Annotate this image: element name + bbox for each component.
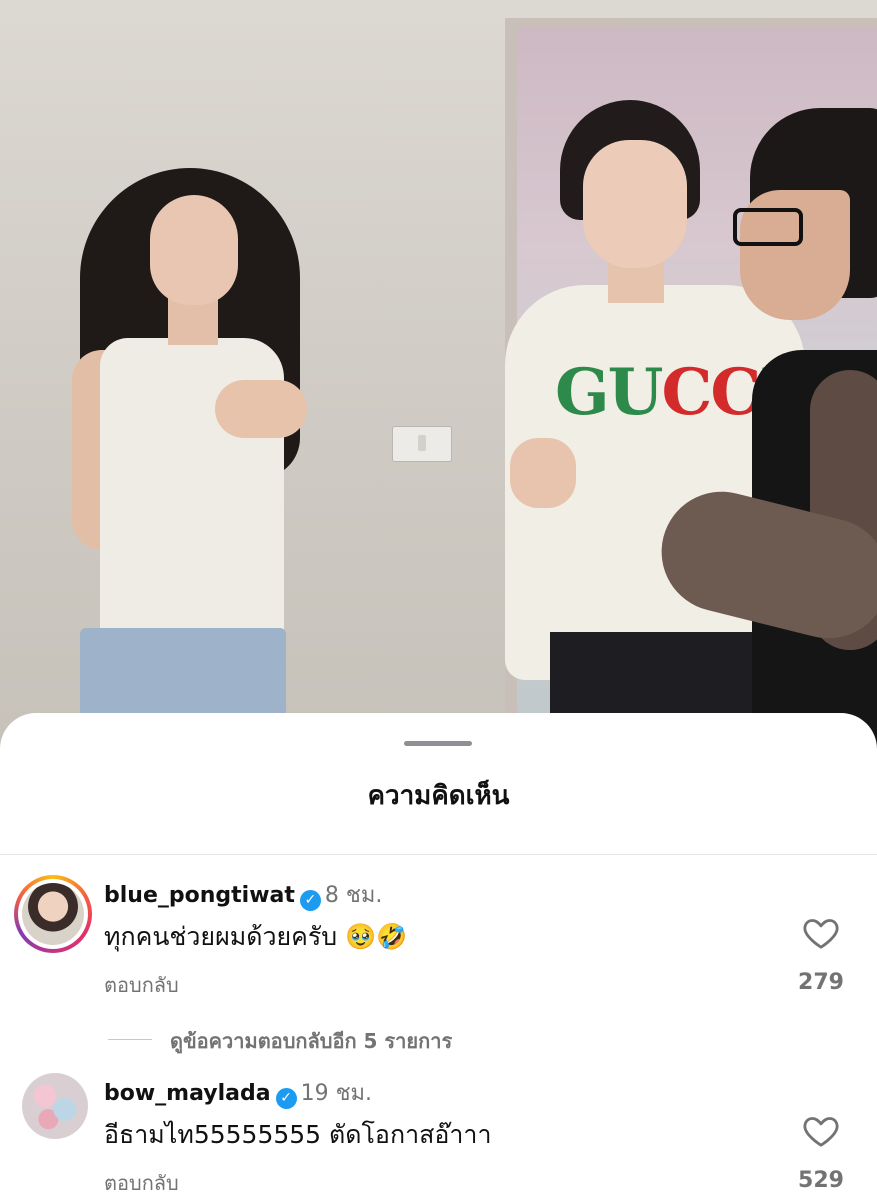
comments-sheet: ความคิดเห็น blue_pongtiwat ✓ 8 ชม. ทุกคนช่… [0,713,877,1199]
comment-text: ทุกคนช่วยผมด้วยครับ 🥹🤣 [104,922,408,951]
comment-meta: bow_maylada ✓ 19 ชม. [104,1075,372,1110]
verified-badge-icon: ✓ [275,1088,297,1109]
video-frame[interactable]: GUCCI [0,0,877,760]
view-replies-text[interactable]: ดูข้อความตอบกลับอีก 5 รายการ [170,1025,452,1057]
comment-meta: blue_pongtiwat ✓ 8 ชม. [104,877,382,912]
comment-text: อีธามไท55555555 ตัดโอกาสอ๊าาา [104,1120,492,1149]
comment-username[interactable]: blue_pongtiwat [104,883,295,908]
drag-handle[interactable] [404,741,472,746]
avatar[interactable] [14,875,92,953]
avatar[interactable] [22,1073,88,1139]
like-count: 529 [798,1168,844,1193]
sheet-title: ความคิดเห็น [367,781,510,811]
comment-username[interactable]: bow_maylada [104,1081,271,1106]
light-switch [392,426,452,462]
heart-outline-icon[interactable] [801,1111,841,1151]
divider [0,854,877,855]
like-count: 279 [798,970,844,995]
comment-time: 19 ชม. [300,1081,373,1106]
verified-badge-icon: ✓ [299,890,321,911]
replies-line [108,1039,152,1040]
heart-outline-icon[interactable] [801,913,841,953]
reply-button[interactable]: ตอบกลับ [104,1167,179,1199]
comment-time: 8 ชม. [324,883,383,908]
reply-button[interactable]: ตอบกลับ [104,969,179,1001]
